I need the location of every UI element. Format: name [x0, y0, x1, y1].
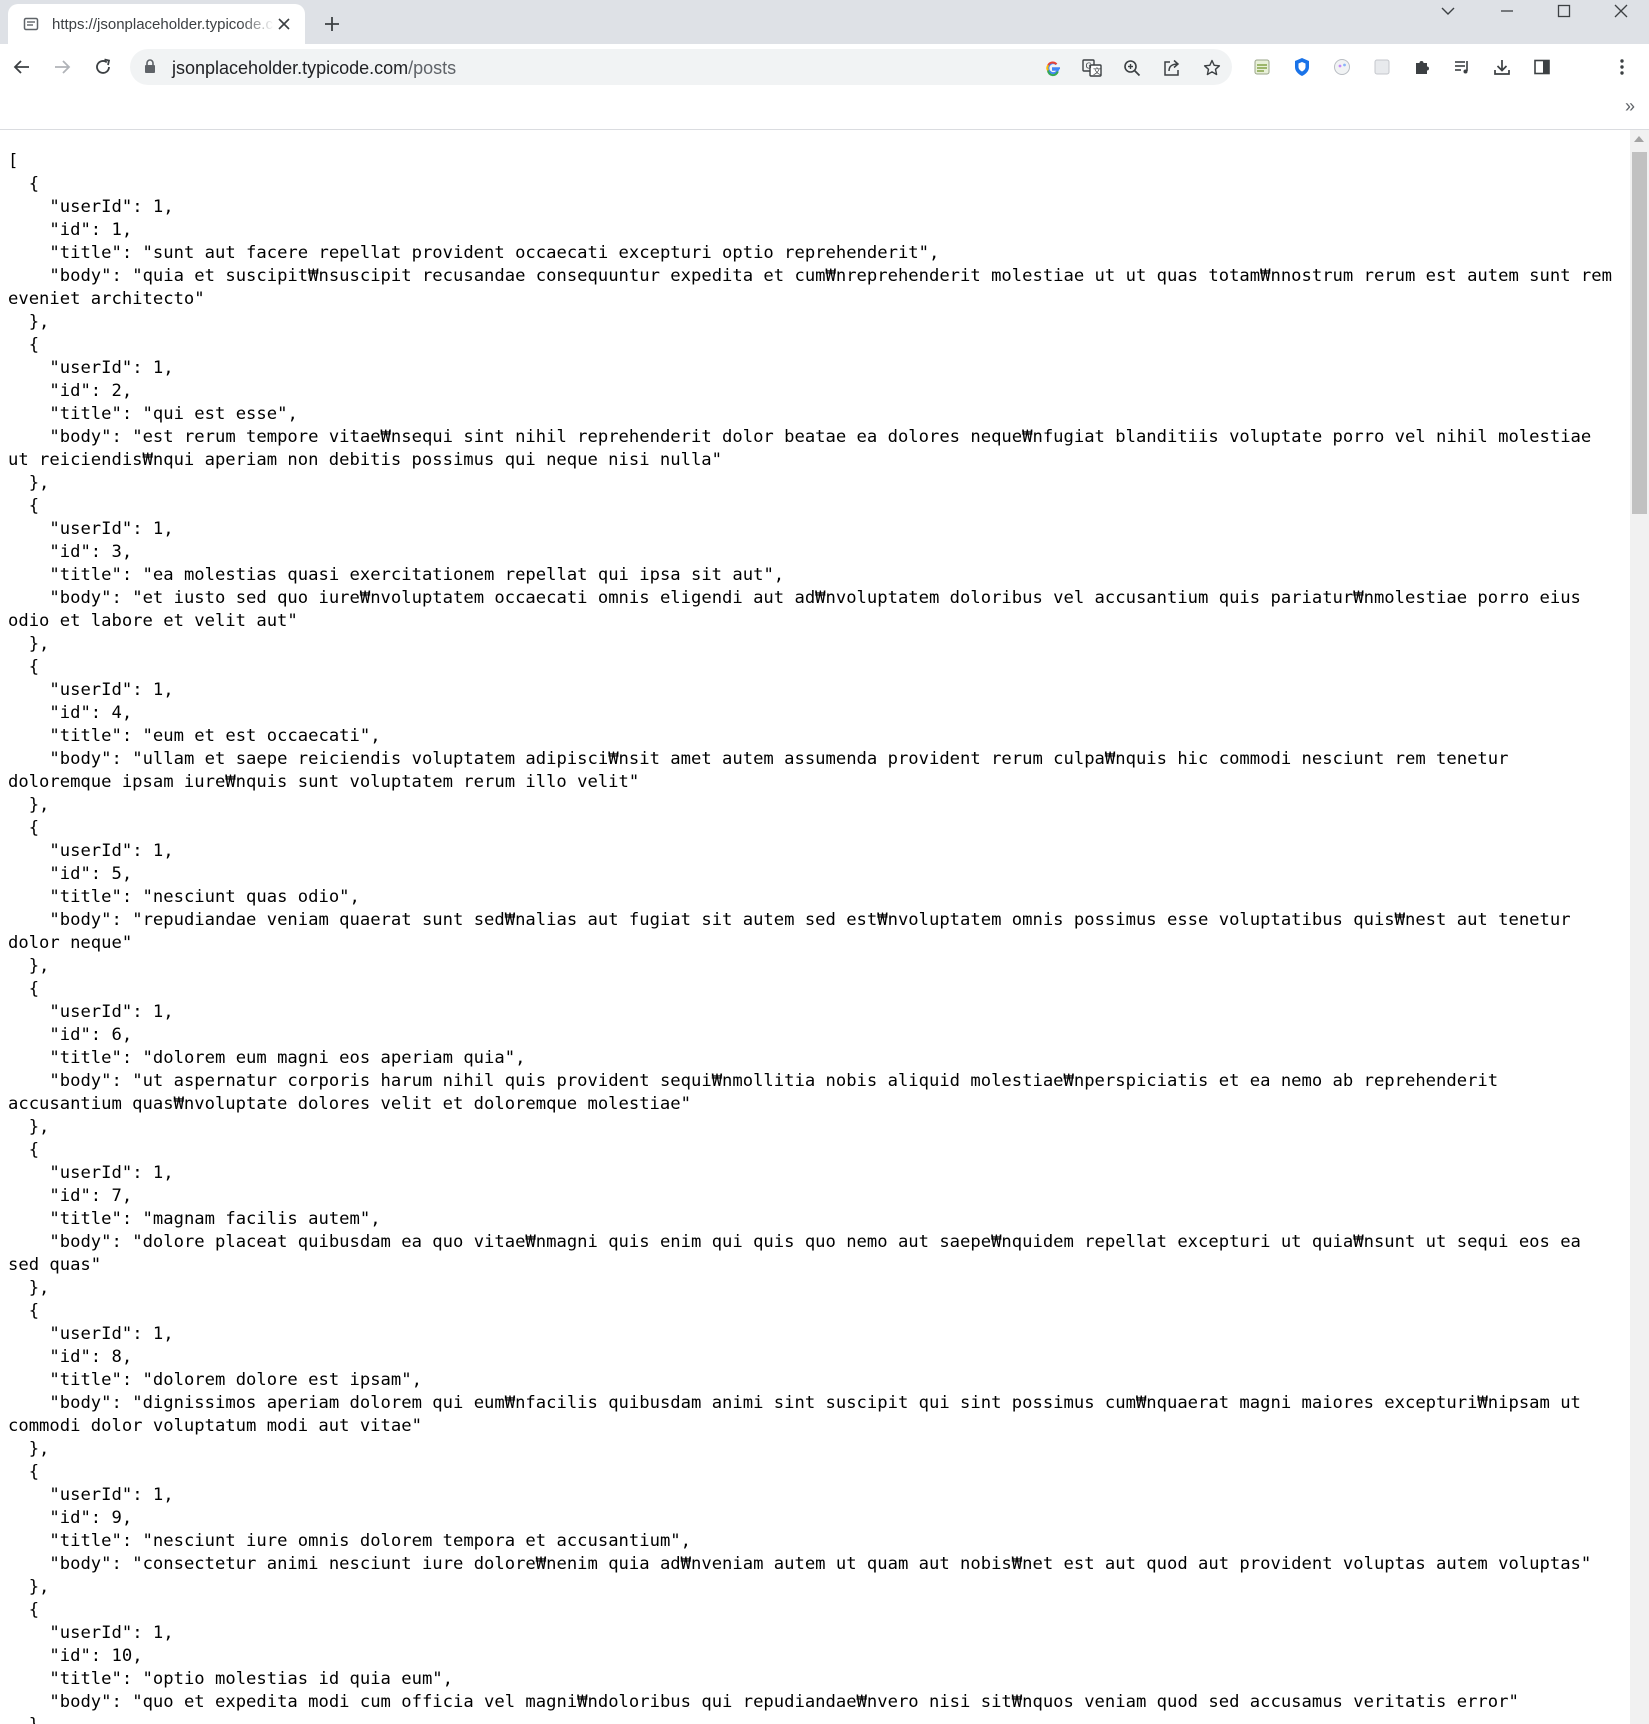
post-id: 8	[111, 1347, 122, 1367]
post-userId: 1	[152, 1324, 164, 1344]
post-body: consectetur animi nesciunt iure dolore₩n…	[142, 1554, 1581, 1574]
post-userId: 1	[152, 358, 164, 378]
google-icon[interactable]	[1042, 57, 1064, 79]
post-body: quia et suscipit₩nsuscipit recusandae co…	[8, 266, 1623, 309]
post-body: repudiandae veniam quaerat sunt sed₩nali…	[8, 910, 1581, 953]
post-body: ut aspernatur corporis harum nihil quis …	[8, 1071, 1509, 1114]
post-userId: 1	[152, 1002, 164, 1022]
post-body: quo et expedita modi cum officia vel mag…	[142, 1692, 1509, 1712]
scroll-thumb[interactable]	[1632, 152, 1647, 514]
post-body: ullam et saepe reiciendis voluptatem adi…	[8, 749, 1519, 792]
url-host: jsonplaceholder.typicode.com	[172, 58, 409, 78]
post-userId: 1	[152, 519, 164, 539]
download-icon[interactable]	[1490, 55, 1514, 79]
puzzle-icon[interactable]	[1410, 55, 1434, 79]
post-body: dolore placeat quibusdam ea quo vitae₩nm…	[8, 1232, 1592, 1275]
page-content: [ { "userId": 1, "id": 1, "title": "sunt…	[0, 130, 1630, 1724]
svg-text:文: 文	[1093, 66, 1101, 76]
post-id: 4	[111, 703, 122, 723]
share-icon[interactable]	[1161, 57, 1183, 79]
post-id: 10	[111, 1646, 133, 1666]
post-title: magnam facilis autem	[152, 1209, 360, 1229]
new-tab-button[interactable]	[320, 12, 344, 36]
extension-gray-icon[interactable]	[1370, 55, 1394, 79]
tab-title: https://jsonplaceholder.typicode.com/pos…	[52, 15, 274, 33]
post-body: dignissimos aperiam dolorem qui eum₩nfac…	[8, 1393, 1592, 1436]
post-userId: 1	[152, 197, 164, 217]
browser-toolbar: jsonplaceholder.typicode.com/posts G文	[0, 44, 1649, 90]
bookmarks-bar: »	[0, 90, 1649, 130]
forward-arrow-icon[interactable]	[50, 55, 74, 79]
scroll-up-arrow-icon[interactable]	[1634, 136, 1644, 142]
address-bar[interactable]: jsonplaceholder.typicode.com/posts G文	[130, 49, 1232, 85]
close-icon[interactable]	[275, 15, 293, 33]
window-close-icon[interactable]	[1606, 0, 1636, 22]
post-title: optio molestias id quia eum	[152, 1669, 433, 1689]
post-id: 2	[111, 381, 122, 401]
url-path: /posts	[408, 58, 457, 78]
post-title: ea molestias quasi exercitationem repell…	[152, 565, 764, 585]
post-userId: 1	[152, 841, 164, 861]
post-id: 6	[111, 1025, 122, 1045]
post-title: eum et est occaecati	[152, 726, 360, 746]
back-arrow-icon[interactable]	[10, 55, 34, 79]
post-userId: 1	[152, 1623, 164, 1643]
post-title: nesciunt quas odio	[152, 887, 340, 907]
post-body: et iusto sed quo iure₩nvoluptatem occaec…	[8, 588, 1592, 631]
svg-text:G: G	[1086, 62, 1092, 71]
post-userId: 1	[152, 680, 164, 700]
zoom-icon[interactable]	[1121, 57, 1143, 79]
translate-icon[interactable]: G文	[1081, 57, 1103, 79]
url-text[interactable]: jsonplaceholder.typicode.com/posts	[172, 58, 456, 79]
page-info-icon	[22, 15, 40, 33]
post-id: 3	[111, 542, 122, 562]
post-title: sunt aut facere repellat provident occae…	[152, 243, 919, 263]
post-title: nesciunt iure omnis dolorem tempora et a…	[152, 1531, 671, 1551]
vertical-scrollbar[interactable]	[1630, 130, 1649, 1724]
star-icon[interactable]	[1201, 57, 1223, 79]
tab-search-icon[interactable]	[1433, 0, 1463, 22]
maximize-icon[interactable]	[1549, 0, 1579, 22]
post-id: 7	[111, 1186, 122, 1206]
kebab-menu-icon[interactable]	[1610, 55, 1634, 79]
json-response: [ { "userId": 1, "id": 1, "title": "sunt…	[8, 151, 1623, 1724]
post-userId: 1	[152, 1163, 164, 1183]
post-userId: 1	[152, 1485, 164, 1505]
post-body: est rerum tempore vitae₩nsequi sint nihi…	[8, 427, 1602, 470]
side-panel-icon[interactable]	[1530, 55, 1554, 79]
post-id: 9	[111, 1508, 122, 1528]
media-controls-icon[interactable]	[1450, 55, 1474, 79]
sheets-extension-icon[interactable]	[1250, 55, 1274, 79]
minimize-icon[interactable]	[1492, 0, 1522, 22]
active-tab[interactable]: https://jsonplaceholder.typicode.com/pos…	[8, 4, 305, 44]
post-title: dolorem dolore est ipsam	[152, 1370, 402, 1390]
reload-icon[interactable]	[91, 55, 115, 79]
post-title: qui est esse	[152, 404, 278, 424]
post-id: 5	[111, 864, 122, 884]
extension-face-icon[interactable]	[1330, 55, 1354, 79]
post-title: dolorem eum magni eos aperiam quia	[152, 1048, 505, 1068]
lock-icon[interactable]	[144, 59, 156, 79]
tab-strip: https://jsonplaceholder.typicode.com/pos…	[0, 0, 1649, 44]
bookmarks-overflow-icon[interactable]: »	[1625, 96, 1635, 117]
shield-icon[interactable]	[1290, 55, 1314, 79]
post-id: 1	[111, 220, 122, 240]
